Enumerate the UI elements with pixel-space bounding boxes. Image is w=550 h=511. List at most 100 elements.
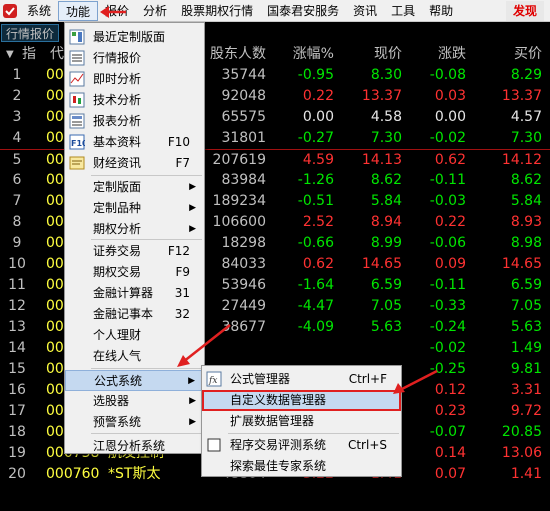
- row-holders: 92048: [221, 88, 266, 104]
- submenu-arrow-icon: ▶: [189, 182, 196, 192]
- row-index: 8: [12, 214, 22, 230]
- row-price: 4.58: [370, 109, 402, 125]
- submenu-item-1[interactable]: 自定义数据管理器: [202, 390, 401, 411]
- row-price: 14.13: [361, 152, 402, 168]
- tab-quote[interactable]: 行情报价: [1, 24, 60, 42]
- header-pct[interactable]: 涨幅%: [293, 44, 334, 65]
- header-bid[interactable]: 买价: [514, 44, 542, 65]
- row-index: 12: [8, 298, 26, 314]
- row-price: 7.30: [370, 130, 402, 146]
- row-change: -0.07: [429, 424, 466, 440]
- row-pct: 0.62: [302, 256, 334, 272]
- menu-item-10[interactable]: 证券交易 F12: [65, 241, 204, 262]
- menu-function[interactable]: 功能: [58, 0, 99, 21]
- realtime-chart-icon: [69, 71, 85, 87]
- svg-text:F10: F10: [71, 139, 85, 148]
- submenu-item-label: 公式管理器: [230, 372, 291, 386]
- menu-item-label: 基本资料: [93, 135, 142, 149]
- row-index: 16: [8, 382, 26, 398]
- menu-item-8[interactable]: 定制品种 ▶: [65, 198, 204, 219]
- header-change[interactable]: 涨跌: [438, 44, 466, 65]
- menu-item-label: 江恩分析系统: [93, 439, 166, 453]
- submenu-item-label: 探索最佳专家系统: [230, 459, 327, 473]
- menu-item-label: 选股器: [93, 394, 130, 408]
- row-bid: 7.05: [510, 298, 542, 314]
- row-index: 19: [8, 445, 26, 461]
- menu-tools[interactable]: 工具: [384, 1, 422, 21]
- menu-separator: [228, 433, 399, 434]
- row-holders: 83984: [221, 172, 266, 188]
- row-pct: -0.66: [297, 235, 334, 251]
- menu-item-12[interactable]: 金融计算器 31: [65, 283, 204, 304]
- menu-item-label: 期权交易: [93, 265, 142, 279]
- menu-separator: [91, 433, 202, 434]
- header-price[interactable]: 现价: [374, 44, 402, 65]
- menu-item-7[interactable]: 定制版面 ▶: [65, 177, 204, 198]
- row-bid: 13.06: [501, 445, 542, 461]
- menu-item-11[interactable]: 期权交易 F9: [65, 262, 204, 283]
- row-bid: 8.62: [510, 172, 542, 188]
- menu-item-5[interactable]: F10 基本资料 F10: [65, 132, 204, 153]
- submenu-arrow-icon: ▶: [189, 203, 196, 213]
- row-holders: 35744: [221, 67, 266, 83]
- function-menu: 最近定制版面 行情报价 即时分析 技术分析 报表分析 F10 基本资料 F10 财经资讯 F7 定制…: [64, 22, 205, 454]
- row-pct: 0.00: [302, 109, 334, 125]
- app-logo-icon[interactable]: [0, 0, 20, 22]
- menu-discover[interactable]: 发现: [505, 0, 544, 21]
- menu-item-17[interactable]: 选股器 ▶: [65, 391, 204, 412]
- menu-item-16[interactable]: 公式系统 ▶: [65, 370, 204, 391]
- menu-item-19[interactable]: 江恩分析系统: [65, 436, 204, 457]
- menu-item-0[interactable]: 最近定制版面: [65, 27, 204, 48]
- row-index: 3: [12, 109, 22, 125]
- menu-item-18[interactable]: 预警系统 ▶: [65, 412, 204, 433]
- row-pct: -0.27: [297, 130, 334, 146]
- row-price: 13.37: [361, 88, 402, 104]
- red-arrow-annotation-icon: [100, 6, 126, 18]
- formula-submenu: fx 公式管理器 Ctrl+F 自定义数据管理器 扩展数据管理器 程序交易评测系统 Ctrl…: [201, 365, 402, 477]
- menu-item-label: 报表分析: [93, 114, 142, 128]
- row-price: 8.30: [370, 67, 402, 83]
- row-change: 0.03: [434, 88, 466, 104]
- menu-options-quote[interactable]: 股票期权行情: [174, 1, 260, 21]
- submenu-item-4[interactable]: 探索最佳专家系统: [202, 456, 401, 477]
- menu-news[interactable]: 资讯: [346, 1, 384, 21]
- menu-item-shortcut: F12: [167, 244, 190, 258]
- header-holders[interactable]: 股东人数: [210, 44, 266, 65]
- menu-item-shortcut: F7: [175, 156, 190, 170]
- row-bid: 14.65: [501, 256, 542, 272]
- row-change: -0.33: [429, 298, 466, 314]
- submenu-item-0[interactable]: fx 公式管理器 Ctrl+F: [202, 369, 401, 390]
- row-price: 8.99: [370, 235, 402, 251]
- row-price: 7.05: [370, 298, 402, 314]
- row-index: 14: [8, 340, 26, 356]
- row-price: 5.63: [370, 319, 402, 335]
- formula-icon: fx: [206, 371, 222, 387]
- header-index[interactable]: 指: [22, 44, 36, 65]
- menu-item-label: 期权分析: [93, 222, 142, 236]
- submenu-item-shortcut: Ctrl+S: [347, 438, 387, 452]
- submenu-item-2[interactable]: 扩展数据管理器: [202, 411, 401, 432]
- menu-item-label: 定制品种: [93, 201, 142, 215]
- sort-icon[interactable]: ▼: [6, 44, 14, 65]
- row-holders: 65575: [221, 109, 266, 125]
- svg-text:fx: fx: [208, 376, 217, 386]
- menu-item-2[interactable]: 即时分析: [65, 69, 204, 90]
- menu-gtja-service[interactable]: 国泰君安服务: [260, 1, 346, 21]
- row-bid: 8.93: [510, 214, 542, 230]
- row-change: -0.08: [429, 67, 466, 83]
- menu-item-label: 技术分析: [93, 93, 142, 107]
- row-bid: 14.12: [501, 152, 542, 168]
- menu-system[interactable]: 系统: [20, 1, 58, 21]
- menu-item-3[interactable]: 技术分析: [65, 90, 204, 111]
- menu-item-6[interactable]: 财经资讯 F7: [65, 153, 204, 174]
- menu-help[interactable]: 帮助: [422, 1, 460, 21]
- menu-analysis[interactable]: 分析: [136, 1, 174, 21]
- row-holders: 207619: [212, 152, 266, 168]
- row-pct: 2.52: [302, 214, 334, 230]
- submenu-item-3[interactable]: 程序交易评测系统 Ctrl+S: [202, 435, 401, 456]
- menu-item-label: 预警系统: [93, 415, 142, 429]
- header-code[interactable]: 代: [50, 44, 64, 65]
- menu-item-9[interactable]: 期权分析 ▶: [65, 219, 204, 240]
- menu-item-4[interactable]: 报表分析: [65, 111, 204, 132]
- menu-item-1[interactable]: 行情报价: [65, 48, 204, 69]
